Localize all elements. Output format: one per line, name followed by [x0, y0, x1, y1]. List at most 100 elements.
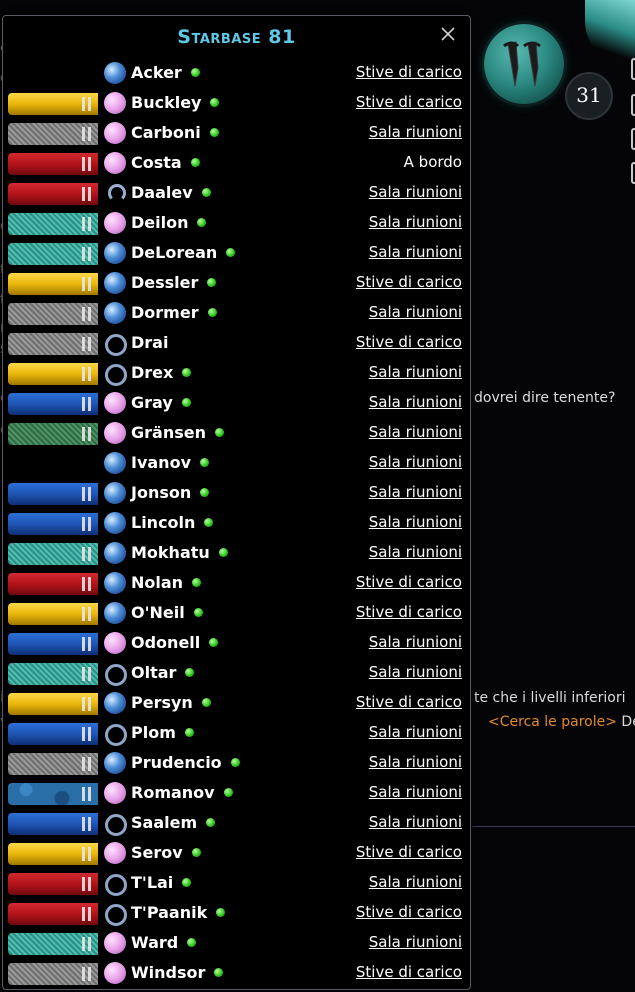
insignia-ring-icon	[105, 874, 127, 896]
rank-pip	[82, 187, 85, 201]
crew-name[interactable]: Romanov	[131, 783, 233, 802]
rank-pip	[82, 817, 85, 831]
online-status-icon	[181, 398, 191, 407]
crew-location-link[interactable]: Stive di carico	[356, 693, 462, 711]
crew-row: Prudencio Sala riunioni	[3, 747, 470, 777]
crew-name[interactable]: Odonell	[131, 633, 219, 652]
crew-name[interactable]: Gray	[131, 393, 191, 412]
crew-name-label: Plom	[131, 723, 176, 742]
crew-name[interactable]: DeLorean	[131, 243, 236, 262]
crew-name[interactable]: Dormer	[131, 303, 217, 322]
crew-location-link[interactable]: Sala riunioni	[369, 393, 462, 411]
crew-name[interactable]: Drex	[131, 363, 192, 382]
search-words-link[interactable]: <Cerca le parole>	[488, 714, 617, 730]
crew-location-link[interactable]: Sala riunioni	[369, 423, 462, 441]
crew-name[interactable]: Serov	[131, 843, 201, 862]
notification-count-badge[interactable]: 31	[565, 72, 613, 120]
crew-row: Odonell Sala riunioni	[3, 627, 470, 657]
crew-name[interactable]: Nolan	[131, 573, 202, 592]
crew-location-link[interactable]: Stive di carico	[356, 903, 462, 921]
crew-name[interactable]: Saalem	[131, 813, 216, 832]
crew-location-link[interactable]: Stive di carico	[356, 63, 462, 81]
crew-location-link[interactable]: Stive di carico	[356, 843, 462, 861]
rank-insignia-icon	[8, 663, 98, 685]
side-checkbox[interactable]	[631, 128, 635, 150]
crew-location-link[interactable]: Stive di carico	[356, 333, 462, 351]
crew-location-link[interactable]: Sala riunioni	[369, 303, 462, 321]
rank-pip	[82, 547, 85, 561]
crew-location-link[interactable]: Sala riunioni	[369, 813, 462, 831]
rank-pip	[88, 247, 91, 261]
rank-insignia-icon	[8, 423, 98, 445]
online-status-icon	[207, 308, 217, 317]
crew-name[interactable]: Windsor	[131, 963, 224, 982]
crew-location-link[interactable]: Stive di carico	[356, 603, 462, 621]
crew-name[interactable]: T'Lai	[131, 873, 192, 892]
crew-location-link[interactable]: Sala riunioni	[369, 783, 462, 801]
crew-name[interactable]: Persyn	[131, 693, 211, 712]
crew-name[interactable]: Prudencio	[131, 753, 240, 772]
crew-location-link[interactable]: Sala riunioni	[369, 633, 462, 651]
crew-name[interactable]: T'Paanik	[131, 903, 226, 922]
online-status-icon	[190, 158, 200, 167]
side-checkbox[interactable]	[631, 58, 635, 80]
crew-name[interactable]: Plom	[131, 723, 194, 742]
rank-insignia-icon	[8, 123, 98, 145]
insignia-ring-icon	[105, 724, 127, 746]
crew-name[interactable]: Buckley	[131, 93, 220, 112]
rank-pip	[82, 787, 85, 801]
crew-location-link[interactable]: Sala riunioni	[369, 513, 462, 531]
crew-name[interactable]: Drai	[131, 333, 168, 352]
crew-location-link[interactable]: Sala riunioni	[369, 723, 462, 741]
side-checkbox[interactable]	[631, 162, 635, 184]
crew-name[interactable]: Carboni	[131, 123, 219, 142]
crew-location-link[interactable]: Sala riunioni	[369, 663, 462, 681]
crew-name[interactable]: Daalev	[131, 183, 211, 202]
crew-location-link[interactable]: Sala riunioni	[369, 213, 462, 231]
crew-name[interactable]: Gränsen	[131, 423, 224, 442]
crew-location-link[interactable]: Stive di carico	[356, 273, 462, 291]
crew-name-label: Dormer	[131, 303, 199, 322]
crew-location-link[interactable]: Sala riunioni	[369, 183, 462, 201]
crew-name[interactable]: Dessler	[131, 273, 217, 292]
rank-pip	[82, 667, 85, 681]
crew-name[interactable]: Lincoln	[131, 513, 214, 532]
crew-location-link[interactable]: Stive di carico	[356, 573, 462, 591]
crew-location-link[interactable]: Sala riunioni	[369, 123, 462, 141]
crew-name[interactable]: Costa	[131, 153, 200, 172]
species-orb-icon	[104, 92, 126, 114]
crew-name-label: Windsor	[131, 963, 206, 982]
crew-name[interactable]: Deilon	[131, 213, 207, 232]
crew-row: Romanov Sala riunioni	[3, 777, 470, 807]
crew-location-link[interactable]: Sala riunioni	[369, 543, 462, 561]
crew-name[interactable]: Jonson	[131, 483, 210, 502]
side-checkbox[interactable]	[631, 94, 635, 116]
crew-location-link[interactable]: Sala riunioni	[369, 873, 462, 891]
crew-name-label: Ward	[131, 933, 179, 952]
rank-pip	[82, 367, 85, 381]
close-button[interactable]	[438, 24, 458, 44]
rank-insignia-icon	[8, 213, 98, 235]
crew-location-link[interactable]: Stive di carico	[356, 963, 462, 981]
crew-location-link[interactable]: Sala riunioni	[369, 243, 462, 261]
crew-location-link[interactable]: Sala riunioni	[369, 363, 462, 381]
crew-name[interactable]: Mokhatu	[131, 543, 228, 562]
crew-location-link[interactable]: Sala riunioni	[369, 483, 462, 501]
crew-name[interactable]: Oltar	[131, 663, 195, 682]
crew-name[interactable]: Ward	[131, 933, 197, 952]
faction-emblem-icon[interactable]	[484, 24, 564, 104]
crew-name-label: Oltar	[131, 663, 177, 682]
crew-location-link[interactable]: Sala riunioni	[369, 753, 462, 771]
crew-location-link[interactable]: Sala riunioni	[369, 933, 462, 951]
crew-location-link[interactable]: Stive di carico	[356, 93, 462, 111]
rank-pip	[82, 967, 85, 981]
online-status-icon	[200, 458, 209, 467]
crew-name[interactable]: O'Neil	[131, 603, 203, 622]
crew-name[interactable]: Ivanov	[131, 453, 209, 472]
rank-pip	[82, 397, 85, 411]
crew-name-label: T'Lai	[131, 873, 174, 892]
rank-pip	[88, 337, 91, 351]
crew-name[interactable]: Acker	[131, 63, 200, 82]
rank-insignia-icon	[8, 873, 98, 895]
crew-location-link[interactable]: Sala riunioni	[369, 453, 462, 471]
